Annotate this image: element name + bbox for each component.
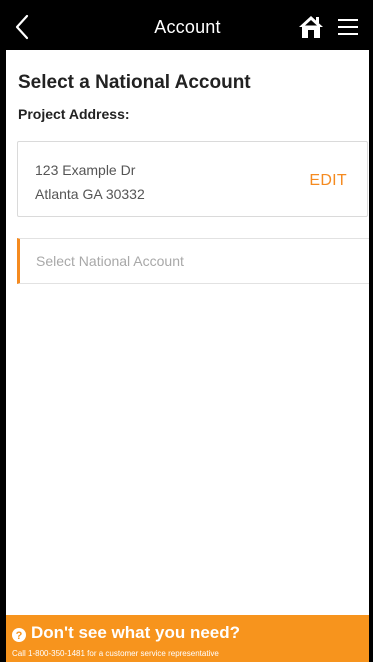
question-circle-icon: ? (12, 628, 26, 642)
select-placeholder: Select National Account (36, 253, 184, 269)
home-icon (299, 16, 323, 38)
page-title: Select a National Account (18, 72, 251, 93)
address-line-1: 123 Example Dr (35, 162, 136, 178)
menu-button[interactable] (337, 18, 359, 36)
edit-address-button[interactable]: EDIT (309, 172, 347, 190)
project-address-label: Project Address: (18, 106, 130, 122)
hamburger-menu-icon (338, 19, 358, 35)
svg-text:?: ? (16, 630, 23, 642)
app-screen: Account Select a National Account Projec… (0, 0, 373, 662)
top-nav-bar: Account (6, 4, 369, 50)
footer-subtitle: Call 1-800-350-1481 for a customer servi… (12, 649, 219, 658)
national-account-select[interactable]: Select National Account (17, 238, 369, 284)
home-button[interactable] (298, 14, 324, 40)
address-line-2: Atlanta GA 30332 (35, 186, 145, 202)
address-card: 123 Example Dr Atlanta GA 30332 EDIT (17, 141, 368, 217)
help-footer[interactable]: ? Don't see what you need? Call 1-800-35… (6, 615, 369, 662)
footer-title: Don't see what you need? (31, 623, 241, 642)
